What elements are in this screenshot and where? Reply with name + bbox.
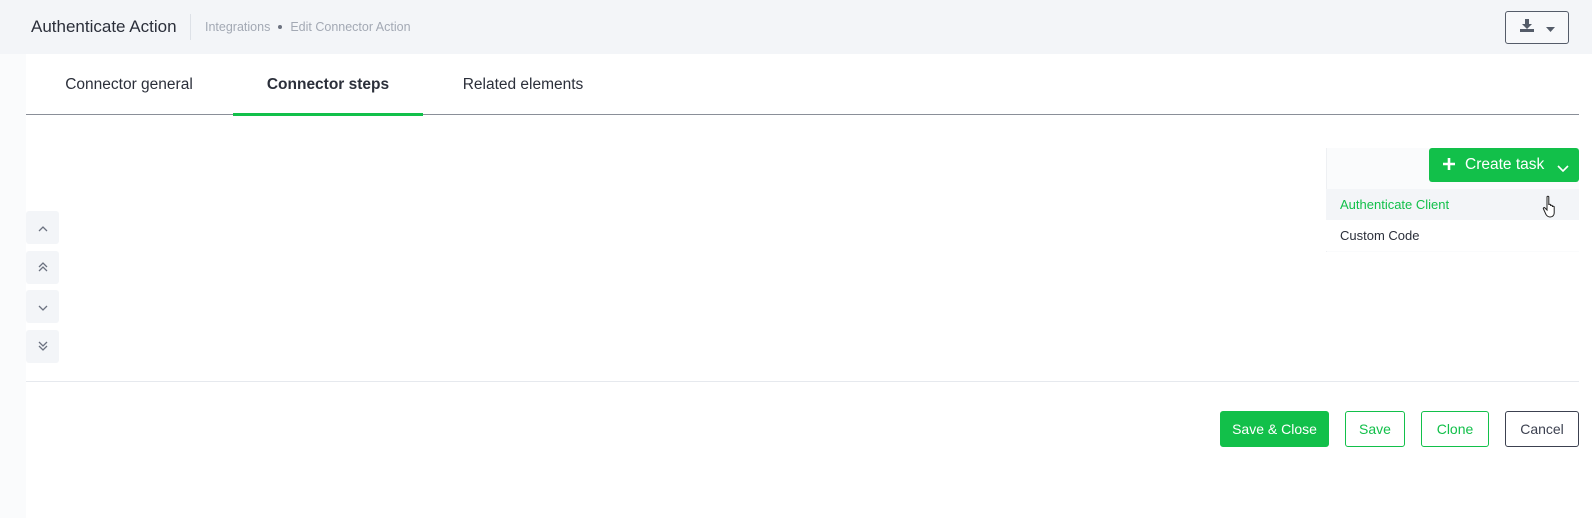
chevron-down-icon [1557, 159, 1569, 177]
clone-button[interactable]: Clone [1421, 411, 1489, 447]
tab-related-elements[interactable]: Related elements [423, 54, 623, 115]
tab-connector-steps[interactable]: Connector steps [233, 54, 423, 116]
caret-down-icon [1545, 19, 1555, 37]
move-up-button[interactable] [26, 211, 59, 244]
plus-icon [1442, 157, 1456, 176]
tab-connector-general[interactable]: Connector general [26, 54, 232, 115]
download-icon [1519, 18, 1534, 37]
move-up-icon [38, 219, 48, 237]
move-top-icon [38, 259, 48, 277]
download-dropdown-button[interactable] [1505, 11, 1569, 44]
breadcrumb-item-integrations[interactable]: Integrations [205, 20, 270, 34]
footer-divider [26, 381, 1579, 382]
pointer-hand-icon [1542, 195, 1560, 224]
page-title: Authenticate Action [31, 17, 177, 36]
move-bottom-icon [38, 338, 48, 356]
save-button[interactable]: Save [1345, 411, 1405, 447]
page-header: Authenticate Action Integrations Edit Co… [0, 0, 1592, 54]
tab-bar: Connector general Connector steps Relate… [26, 54, 1579, 116]
create-task-label: Create task [1465, 156, 1545, 173]
create-task-button[interactable]: Create task [1429, 148, 1579, 182]
header-divider [190, 14, 191, 40]
save-close-button[interactable]: Save & Close [1220, 411, 1329, 447]
move-down-icon [38, 298, 48, 316]
move-bottom-button[interactable] [26, 330, 59, 363]
cancel-button[interactable]: Cancel [1505, 411, 1579, 447]
breadcrumb-item-current: Edit Connector Action [290, 20, 411, 34]
breadcrumb-separator [278, 25, 283, 29]
move-top-button[interactable] [26, 251, 59, 284]
breadcrumb: Integrations Edit Connector Action [205, 20, 411, 34]
move-down-button[interactable] [26, 290, 59, 323]
menu-item-custom-code[interactable]: Custom Code [1326, 220, 1579, 251]
left-gutter [0, 54, 26, 518]
